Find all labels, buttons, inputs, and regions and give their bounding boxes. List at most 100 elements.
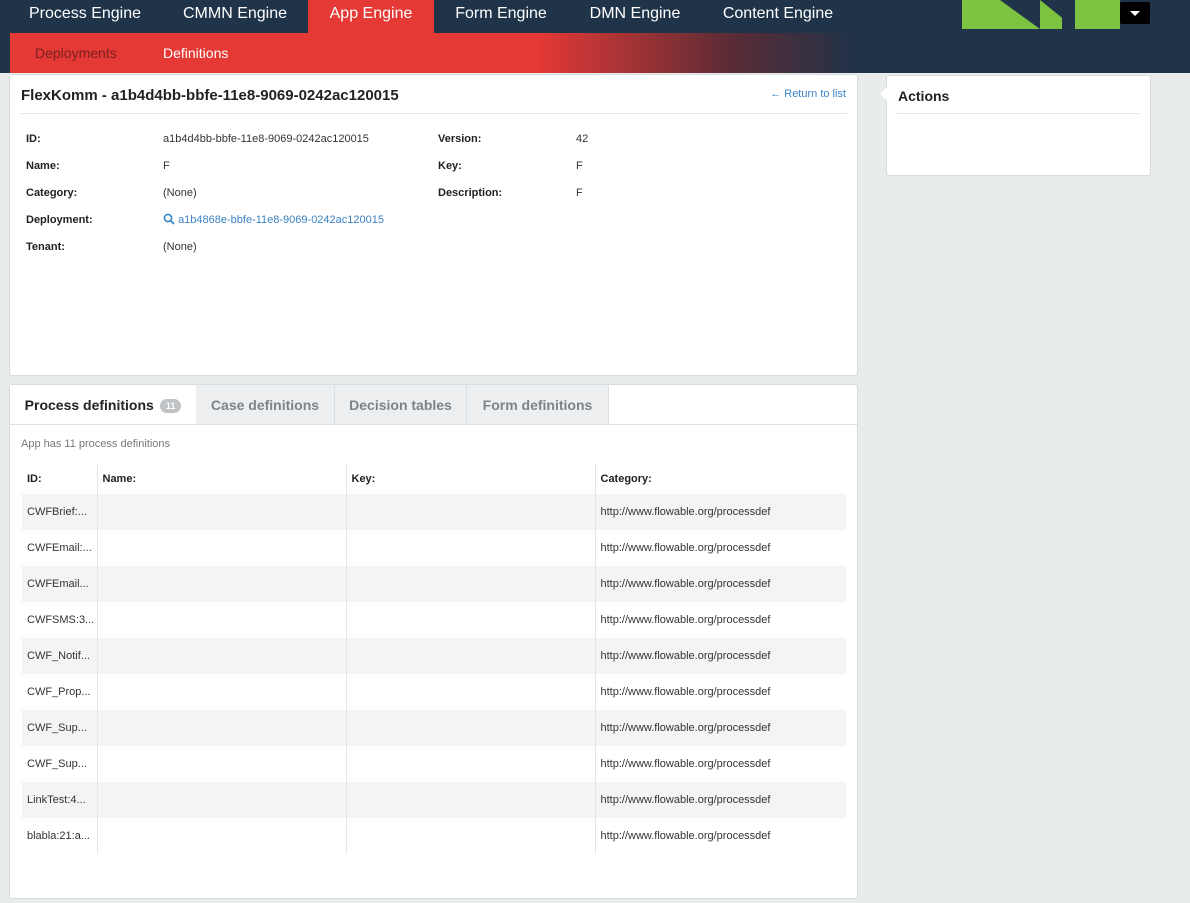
cell-category: http://www.flowable.org/processdef: [600, 830, 771, 842]
cell-category: http://www.flowable.org/processdef: [600, 686, 771, 698]
category-label: Category:: [26, 187, 78, 199]
cell-name: [97, 638, 347, 674]
tab-process-definitions[interactable]: Process definitions 11: [10, 385, 196, 424]
cell-name: [97, 530, 347, 566]
cell-key: [346, 746, 596, 782]
return-to-list-link[interactable]: ← Return to list: [770, 88, 846, 100]
nav-tab-cmmn-engine[interactable]: CMMN Engine: [160, 0, 310, 33]
id-label: ID:: [26, 133, 41, 145]
table-row[interactable]: CWF_Sup... http://www.flowable.org/proce…: [22, 746, 846, 782]
cell-key: [346, 494, 596, 530]
column-header-id: ID:: [22, 463, 98, 494]
definition-tabs: Process definitions 11 Case definitions D…: [10, 385, 857, 425]
column-header-name: Name:: [97, 463, 347, 494]
description-value: F: [576, 187, 583, 199]
cell-name: [97, 494, 347, 530]
user-menu-dropdown[interactable]: [1120, 2, 1150, 24]
version-label: Version:: [438, 133, 482, 145]
cell-key: [346, 602, 596, 638]
sub-navbar: Deployments Definitions: [0, 33, 1190, 73]
cell-key: [346, 782, 596, 818]
deployment-id-link[interactable]: a1b4868e-bbfe-11e8-9069-0242ac120015: [178, 214, 384, 226]
process-definitions-table: ID: Name: Key: Category: CWFBrief:... ht…: [22, 463, 846, 854]
table-header-row: ID: Name: Key: Category:: [22, 463, 846, 494]
cell-id: CWF_Notif...: [22, 638, 98, 674]
cell-key: [346, 818, 596, 854]
cell-name: [97, 674, 347, 710]
table-row[interactable]: CWFSMS:3... http://www.flowable.org/proc…: [22, 602, 846, 638]
process-count-badge: 11: [159, 399, 182, 414]
tenant-value: (None): [163, 241, 197, 253]
id-value: a1b4d4bb-bbfe-11e8-9069-0242ac120015: [163, 133, 369, 145]
cell-key: [346, 674, 596, 710]
search-icon: [163, 213, 175, 225]
nav-tab-dmn-engine[interactable]: DMN Engine: [568, 0, 702, 33]
cell-key: [346, 566, 596, 602]
divider: [897, 113, 1140, 114]
table-row[interactable]: CWFEmail:... http://www.flowable.org/pro…: [22, 530, 846, 566]
cell-key: [346, 710, 596, 746]
tab-form-definitions[interactable]: Form definitions: [467, 385, 609, 424]
tab-process-definitions-label: Process definitions: [24, 397, 154, 413]
deployment-link[interactable]: a1b4868e-bbfe-11e8-9069-0242ac120015: [163, 213, 384, 226]
cell-id: CWF_Prop...: [22, 674, 98, 710]
key-value: F: [576, 160, 583, 172]
cell-category: http://www.flowable.org/processdef: [600, 542, 771, 554]
cell-name: [97, 818, 347, 854]
top-navbar: Process Engine CMMN Engine App Engine Fo…: [0, 0, 1190, 33]
cell-id: CWF_Sup...: [22, 746, 98, 782]
version-value: 42: [576, 133, 589, 145]
cell-id: CWFBrief:...: [22, 494, 98, 530]
cell-category: http://www.flowable.org/processdef: [600, 614, 771, 626]
table-row[interactable]: CWF_Prop... http://www.flowable.org/proc…: [22, 674, 846, 710]
name-label: Name:: [26, 160, 60, 172]
cell-id: CWFEmail:...: [22, 530, 98, 566]
nav-tab-form-engine[interactable]: Form Engine: [434, 0, 568, 33]
cell-id: blabla:21:a...: [22, 818, 98, 854]
cell-id: LinkTest:4...: [22, 782, 98, 818]
category-value: (None): [163, 187, 197, 199]
caret-down-icon: [1130, 11, 1140, 16]
table-row[interactable]: LinkTest:4... http://www.flowable.org/pr…: [22, 782, 846, 818]
cell-category: http://www.flowable.org/processdef: [600, 650, 771, 662]
cell-id: CWFSMS:3...: [22, 602, 98, 638]
table-row[interactable]: CWF_Notif... http://www.flowable.org/pro…: [22, 638, 846, 674]
actions-pointer: [880, 87, 887, 101]
table-row[interactable]: blabla:21:a... http://www.flowable.org/p…: [22, 818, 846, 854]
nav-tab-content-engine[interactable]: Content Engine: [702, 0, 854, 33]
tab-case-definitions[interactable]: Case definitions: [196, 385, 335, 424]
cell-category: http://www.flowable.org/processdef: [600, 722, 771, 734]
cell-category: http://www.flowable.org/processdef: [600, 506, 771, 518]
name-value: F: [163, 160, 170, 172]
cell-name: [97, 566, 347, 602]
cell-id: CWFEmail...: [22, 566, 98, 602]
process-count-summary: App has 11 process definitions: [21, 438, 170, 450]
definitions-panel: Process definitions 11 Case definitions D…: [9, 384, 858, 899]
cell-category: http://www.flowable.org/processdef: [600, 794, 771, 806]
cell-name: [97, 710, 347, 746]
key-label: Key:: [438, 160, 462, 172]
tenant-label: Tenant:: [26, 241, 65, 253]
nav-tab-app-engine[interactable]: App Engine: [308, 0, 434, 33]
cell-key: [346, 530, 596, 566]
cell-id: CWF_Sup...: [22, 710, 98, 746]
deployment-label: Deployment:: [26, 214, 93, 226]
page-title: FlexKomm - a1b4d4bb-bbfe-11e8-9069-0242a…: [21, 87, 399, 104]
table-row[interactable]: CWF_Sup... http://www.flowable.org/proce…: [22, 710, 846, 746]
table-row[interactable]: CWFBrief:... http://www.flowable.org/pro…: [22, 494, 846, 530]
actions-panel: Actions: [886, 75, 1151, 176]
divider: [20, 113, 847, 114]
tab-decision-tables[interactable]: Decision tables: [335, 385, 467, 424]
subnav-deployments[interactable]: Deployments: [35, 33, 117, 73]
description-label: Description:: [438, 187, 503, 199]
table-row[interactable]: CWFEmail... http://www.flowable.org/proc…: [22, 566, 846, 602]
nav-tab-process-engine[interactable]: Process Engine: [10, 0, 160, 33]
subnav-definitions[interactable]: Definitions: [163, 33, 228, 73]
column-header-category: Category:: [600, 472, 652, 485]
cell-category: http://www.flowable.org/processdef: [600, 578, 771, 590]
cell-category: http://www.flowable.org/processdef: [600, 758, 771, 770]
actions-title: Actions: [898, 88, 950, 104]
app-definition-panel: FlexKomm - a1b4d4bb-bbfe-11e8-9069-0242a…: [9, 74, 858, 376]
cell-name: [97, 602, 347, 638]
cell-key: [346, 638, 596, 674]
